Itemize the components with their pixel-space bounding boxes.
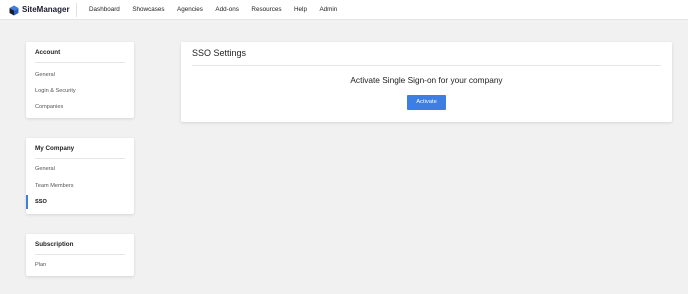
account-card: Account General Login & Security Compani… [26, 42, 134, 118]
topbar-divider [76, 3, 77, 17]
logo[interactable]: SiteManager [9, 4, 70, 16]
card-divider [35, 62, 125, 63]
activate-button[interactable]: Activate [407, 95, 446, 110]
sso-headline: Activate Single Sign-on for your company [350, 75, 503, 85]
sidebar-item-sso[interactable]: SSO [26, 195, 134, 209]
my-company-card: My Company General Team Members SSO [26, 138, 134, 214]
account-card-title: Account [35, 49, 61, 56]
sso-settings-card: SSO Settings Activate Single Sign-on for… [181, 42, 672, 122]
subscription-card-title: Subscription [35, 241, 74, 248]
nav-help[interactable]: Help [294, 0, 307, 20]
sitemanager-logo-icon [9, 5, 19, 15]
card-divider [192, 65, 661, 66]
logo-text: SiteManager [22, 5, 70, 14]
nav-dashboard[interactable]: Dashboard [89, 0, 120, 20]
card-divider [35, 158, 125, 159]
sidebar-item-company-general[interactable]: General [26, 162, 134, 176]
sidebar-item-companies[interactable]: Companies [26, 100, 134, 114]
page-title: SSO Settings [192, 48, 247, 58]
card-divider [35, 254, 125, 255]
nav-admin[interactable]: Admin [319, 0, 337, 20]
nav-agencies[interactable]: Agencies [177, 0, 203, 20]
sidebar-item-account-general[interactable]: General [26, 68, 134, 82]
sidebar-item-login-security[interactable]: Login & Security [26, 84, 134, 98]
nav-showcases[interactable]: Showcases [132, 0, 164, 20]
sidebar-item-team-members[interactable]: Team Members [26, 179, 134, 193]
top-navigation-bar: SiteManager Dashboard Showcases Agencies… [0, 0, 688, 20]
subscription-card: Subscription Plan [26, 234, 134, 276]
sidebar-item-sso-label: SSO [35, 199, 47, 205]
my-company-card-title: My Company [35, 145, 75, 152]
sidebar-item-plan[interactable]: Plan [26, 258, 134, 272]
nav-add-ons[interactable]: Add-ons [215, 0, 238, 20]
main-nav: Dashboard Showcases Agencies Add-ons Res… [89, 0, 350, 20]
nav-resources[interactable]: Resources [251, 0, 281, 20]
